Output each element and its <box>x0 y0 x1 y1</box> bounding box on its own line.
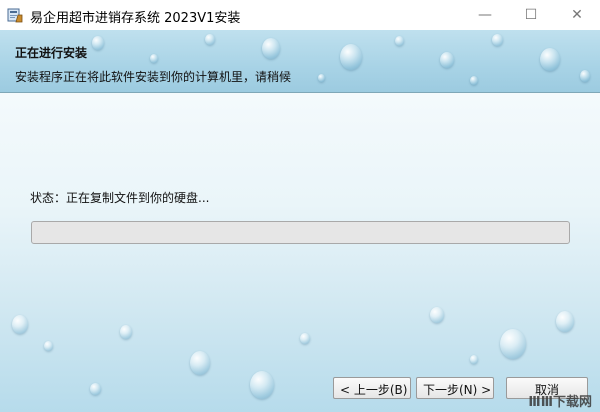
site-watermark: ⅢⅢ下载网 <box>528 395 592 410</box>
main-panel: 状态：正在复制文件到你的硬盘... < 上一步(B) 下一步(N) > 取消 Ⅲ… <box>0 93 600 412</box>
water-drop-decoration <box>318 74 325 82</box>
water-drop-decoration <box>340 44 362 70</box>
water-drop-decoration <box>262 38 280 59</box>
installer-icon <box>6 6 24 24</box>
water-drop-decoration <box>470 76 478 85</box>
maximize-icon[interactable]: ☐ <box>508 0 554 30</box>
page-title: 正在进行安装 <box>15 46 88 60</box>
next-button[interactable]: 下一步(N) > <box>416 377 494 399</box>
water-drop-decoration <box>300 333 310 344</box>
window-title: 易企用超市进销存系统 2023V1安装 <box>30 11 241 26</box>
water-drop-decoration <box>492 34 503 46</box>
water-drop-decoration <box>205 34 215 45</box>
minimize-icon[interactable]: — <box>462 0 508 30</box>
water-drop-decoration <box>580 70 590 82</box>
water-drop-decoration <box>150 54 158 63</box>
water-drop-decoration <box>395 36 404 46</box>
water-drop-decoration <box>470 355 478 364</box>
water-drop-decoration <box>540 48 560 71</box>
water-drop-decoration <box>500 329 526 359</box>
installer-window: 易企用超市进销存系统 2023V1安装 — ☐ ✕ 正在进行安装 安装程序正在将… <box>0 0 600 412</box>
title-bar[interactable]: 易企用超市进销存系统 2023V1安装 — ☐ ✕ <box>0 0 600 30</box>
page-description: 安装程序正在将此软件安装到你的计算机里，请稍候 <box>15 70 292 84</box>
status-text: 状态：正在复制文件到你的硬盘... <box>30 191 210 205</box>
water-drop-decoration <box>92 36 104 50</box>
header-banner: 正在进行安装 安装程序正在将此软件安装到你的计算机里，请稍候 <box>0 30 600 92</box>
water-drop-decoration <box>556 311 574 332</box>
water-drop-decoration <box>430 307 444 323</box>
back-button[interactable]: < 上一步(B) <box>333 377 411 399</box>
water-drop-decoration <box>44 341 53 351</box>
close-icon[interactable]: ✕ <box>554 0 600 30</box>
water-drop-decoration <box>440 52 454 68</box>
water-drop-decoration <box>90 383 101 395</box>
water-drop-decoration <box>190 351 210 375</box>
water-drop-decoration <box>12 315 28 334</box>
water-drop-decoration <box>250 371 274 399</box>
progress-bar <box>31 221 570 244</box>
water-drop-decoration <box>120 325 132 339</box>
